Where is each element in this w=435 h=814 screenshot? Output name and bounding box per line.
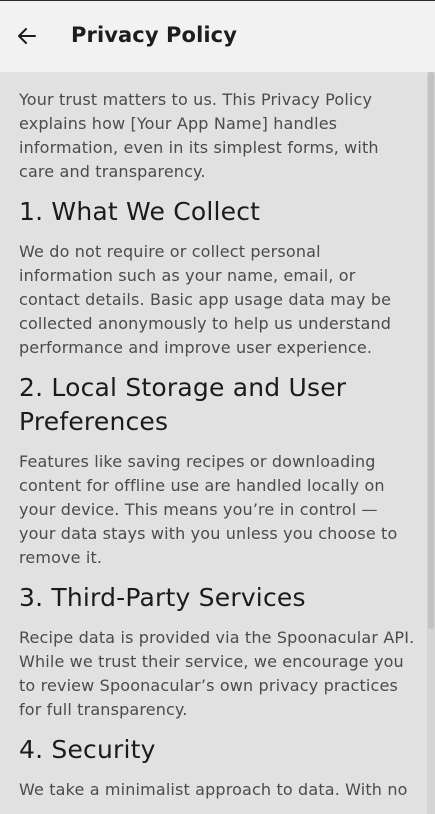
section-body: Recipe data is provided via the Spoonacu… — [19, 628, 415, 719]
section-what-we-collect: 1. What We Collect We do not require or … — [19, 195, 415, 360]
section-security: 4. Security We take a minimalist approac… — [19, 733, 415, 802]
section-heading: 2. Local Storage and User Preferences — [19, 373, 347, 436]
arrow-left-icon — [18, 28, 36, 44]
policy-content[interactable]: Your trust matters to us. This Privacy P… — [0, 72, 427, 814]
section-local-storage: 2. Local Storage and User Preferences Fe… — [19, 371, 415, 570]
section-heading: 1. What We Collect — [19, 197, 261, 226]
privacy-policy-screen: Privacy Policy Your trust matters to us.… — [0, 0, 435, 814]
section-third-party: 3. Third-Party Services Recipe data is p… — [19, 581, 415, 722]
section-heading: 4. Security — [19, 735, 156, 764]
section-body: We do not require or collect personal in… — [19, 242, 392, 357]
section-body: We take a minimalist approach to data. W… — [19, 780, 408, 799]
intro-paragraph: Your trust matters to us. This Privacy P… — [19, 90, 379, 181]
section-heading: 3. Third-Party Services — [19, 583, 306, 612]
section-body: Features like saving recipes or download… — [19, 452, 398, 567]
scrollbar-thumb[interactable] — [428, 72, 434, 629]
page-title: Privacy Policy — [71, 23, 238, 47]
app-bar: Privacy Policy — [0, 1, 435, 72]
back-button[interactable] — [10, 18, 44, 54]
